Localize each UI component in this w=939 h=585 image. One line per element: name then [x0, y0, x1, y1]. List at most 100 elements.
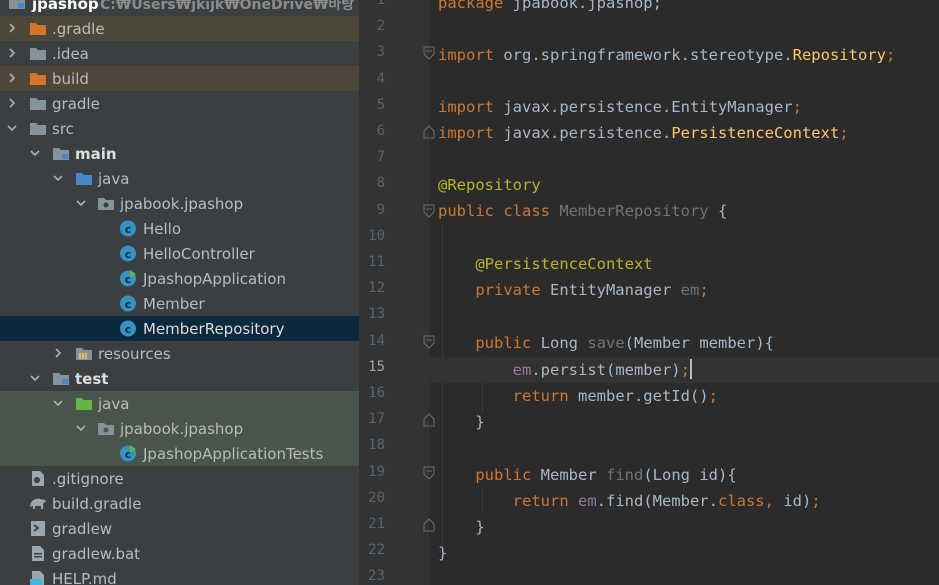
code-line-12: private EntityManager em; — [438, 277, 939, 303]
semicolon: ; — [885, 46, 896, 64]
module-folder-icon — [8, 0, 26, 11]
tree-item-label: test — [75, 369, 109, 388]
chevron-right-icon[interactable] — [6, 22, 18, 34]
brace: } — [475, 518, 485, 536]
tree-item-buildgradle[interactable]: build.gradle — [0, 491, 359, 516]
code-editor[interactable]: 1 2 3 4 5 6 7 8 9 10 11 12 13 14 15 16 17 18 19 20 21 22 23 pa… — [359, 0, 939, 585]
tree-item-java-test[interactable]: java — [0, 391, 359, 416]
gitignore-icon — [29, 470, 47, 487]
fold-close-icon[interactable] — [423, 413, 435, 427]
tree-item-label: jpabook.jpashop — [120, 419, 244, 438]
fold-open-icon[interactable] — [423, 335, 435, 349]
tree-item-idea[interactable]: .idea — [0, 41, 359, 66]
chevron-down-icon[interactable] — [29, 147, 41, 159]
code-line-17: } — [438, 409, 939, 435]
chevron-right-icon[interactable] — [6, 72, 18, 84]
tree-item-test[interactable]: test — [0, 366, 359, 391]
code-line-3: import org.springframework.stereotype.Re… — [438, 42, 939, 68]
tree-item-build[interactable]: build — [0, 66, 359, 91]
code-class: Repository — [792, 46, 886, 64]
tree-item-hello[interactable]: c Hello — [0, 216, 359, 241]
markdown-icon — [29, 570, 47, 585]
brace: } — [475, 413, 485, 431]
text-caret — [689, 359, 692, 379]
tree-item-package-main[interactable]: jpabook.jpashop — [0, 191, 359, 216]
tree-item-gradle-dir[interactable]: .gradle — [0, 16, 359, 41]
semicolon: ; — [792, 98, 802, 116]
field: em — [568, 492, 597, 510]
tree-item-gradle[interactable]: gradle — [0, 91, 359, 116]
chevron-right-icon[interactable] — [6, 47, 18, 59]
fold-close-icon[interactable] — [423, 125, 435, 139]
code-line-6: import javax.persistence.PersistenceCont… — [438, 120, 939, 146]
tree-item-package-test[interactable]: jpabook.jpashop — [0, 416, 359, 441]
tree-item-label: .idea — [52, 44, 89, 63]
tree-item-jpashopapplicationtests[interactable]: c JpashopApplicationTests — [0, 441, 359, 466]
chevron-down-icon[interactable] — [52, 397, 64, 409]
tree-item-hellocontroller[interactable]: c HelloController — [0, 241, 359, 266]
tree-item-memberrepository[interactable]: c MemberRepository — [0, 316, 359, 341]
resources-folder-icon — [75, 345, 93, 362]
fold-close-icon[interactable] — [423, 518, 435, 532]
spring-class-icon: c — [119, 270, 137, 287]
tree-item-label: gradlew.bat — [52, 544, 141, 563]
chevron-right-icon[interactable] — [6, 97, 18, 109]
line-number: 8 — [359, 171, 429, 197]
semicolon: ; — [680, 361, 690, 379]
chevron-down-icon[interactable] — [6, 122, 18, 134]
code-text: .persist(member) — [531, 361, 681, 379]
code-line-16: return member.getId(); — [438, 383, 939, 409]
code-text: jpabook.jpashop; — [503, 0, 662, 12]
line-number-text: 6 — [376, 123, 385, 139]
tree-item-jpashopapplication[interactable]: c JpashopApplication — [0, 266, 359, 291]
chevron-down-icon[interactable] — [75, 422, 87, 434]
chevron-down-icon[interactable] — [52, 172, 64, 184]
chevron-right-icon[interactable] — [52, 347, 64, 359]
tree-item-gradlewbat[interactable]: gradlew.bat — [0, 541, 359, 566]
file-icon — [29, 545, 47, 562]
line-number-text: 12 — [368, 280, 385, 297]
chevron-down-icon[interactable] — [29, 372, 41, 384]
method-name: save — [578, 334, 625, 352]
spring-class-icon: c — [119, 445, 137, 462]
fold-open-icon[interactable] — [423, 46, 435, 61]
svg-text:c: c — [125, 248, 132, 261]
line-number-text: 3 — [376, 44, 385, 61]
line-number: 11 — [359, 250, 429, 276]
code-line-1: package jpabook.jpashop; — [438, 0, 939, 16]
code-line-22: } — [438, 540, 939, 566]
svg-text:c: c — [125, 323, 132, 336]
class-icon: c — [119, 295, 137, 312]
chevron-down-icon[interactable] — [75, 197, 87, 209]
tree-root[interactable]: jpashop C:₩Users₩jkijk₩OneDrive₩바탕 화면₩ — [0, 0, 359, 16]
package-icon — [97, 420, 115, 437]
tree-item-main[interactable]: main — [0, 141, 359, 166]
keyword: return — [512, 387, 569, 405]
fold-open-icon[interactable] — [423, 466, 435, 480]
tree-item-helpmd[interactable]: HELP.md — [0, 566, 359, 585]
tree-item-gitignore[interactable]: .gitignore — [0, 466, 359, 491]
keyword: import — [438, 124, 494, 142]
fold-open-icon[interactable] — [423, 204, 435, 218]
code-line-14: public Long save(Member member){ — [438, 330, 939, 356]
code-line-21: } — [438, 514, 939, 540]
line-number: 22 — [359, 538, 429, 564]
root-path: C:₩Users₩jkijk₩OneDrive₩바탕 화면₩ — [100, 0, 359, 13]
annotation: @Repository — [438, 176, 541, 194]
tree-item-src[interactable]: src — [0, 116, 359, 141]
code-line-8: @Repository — [438, 172, 939, 198]
module-folder-icon — [52, 370, 70, 387]
line-number: 7 — [359, 145, 429, 171]
tree-item-label: build.gradle — [52, 494, 142, 513]
tree-item-member[interactable]: c Member — [0, 291, 359, 316]
keyword: private — [475, 281, 541, 299]
class-icon: c — [119, 220, 137, 237]
line-number: 21 — [359, 512, 435, 538]
code-class: PersistenceContext — [671, 124, 840, 142]
tree-item-label: JpashopApplicationTests — [143, 444, 324, 463]
tree-item-java-main[interactable]: java — [0, 166, 359, 191]
code-text: .find(Member. — [596, 492, 718, 510]
tree-item-gradlew[interactable]: gradlew — [0, 516, 359, 541]
tree-item-resources[interactable]: resources — [0, 341, 359, 366]
tree-item-label: main — [75, 144, 117, 163]
